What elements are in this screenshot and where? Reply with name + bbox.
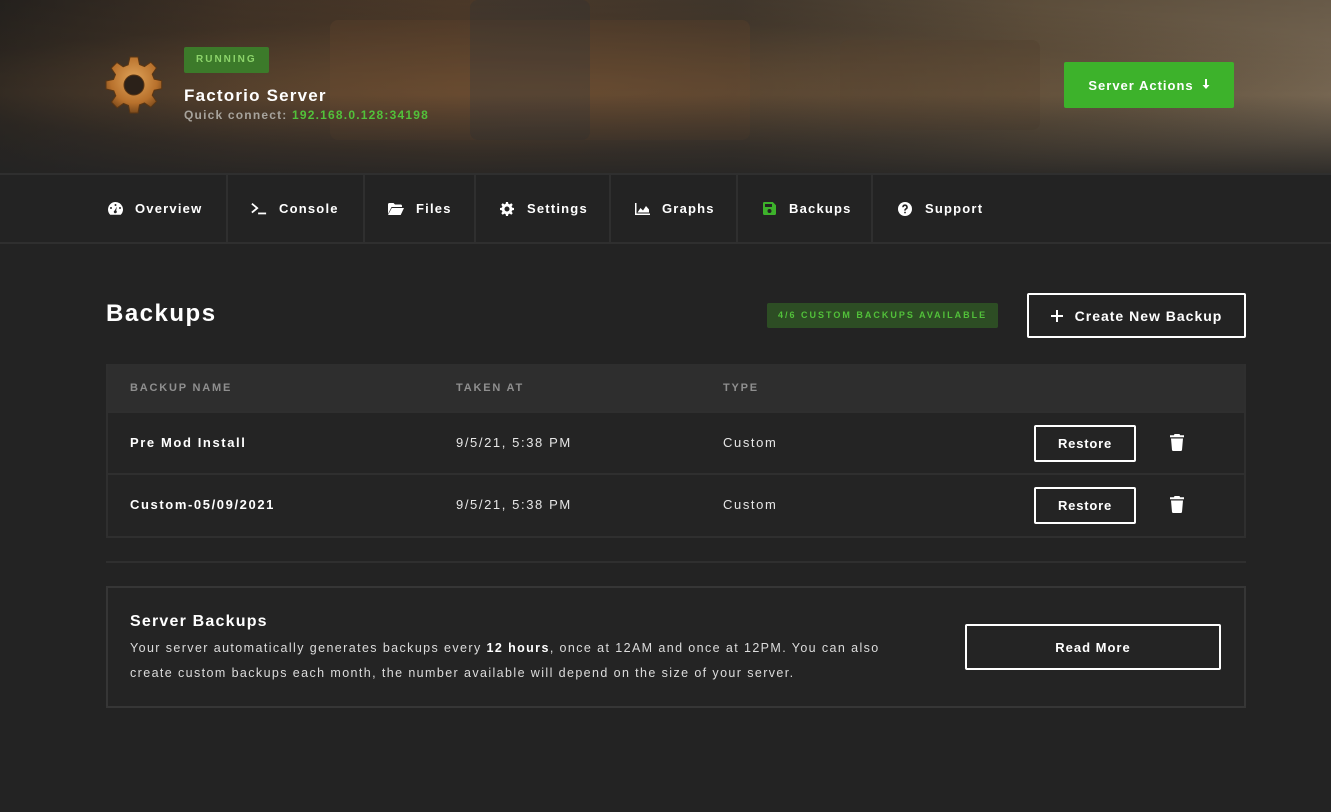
tab-settings[interactable]: Settings [499, 175, 588, 242]
column-header-type: TYPE [723, 382, 759, 394]
question-icon [897, 201, 913, 217]
plus-icon [1050, 306, 1063, 326]
tab-files[interactable]: Files [388, 175, 452, 242]
create-new-backup-button[interactable]: Create New Backup [1027, 293, 1246, 338]
info-title: Server Backups [130, 613, 268, 630]
tab-overview[interactable]: Overview [107, 175, 202, 242]
column-header-taken-at: TAKEN AT [456, 382, 524, 394]
table-row: Pre Mod Install 9/5/21, 5:38 PM Custom R… [108, 411, 1244, 473]
tab-console[interactable]: Console [251, 175, 339, 242]
backups-available-badge: 4/6 CUSTOM BACKUPS AVAILABLE [767, 303, 999, 328]
info-description: Your server automatically generates back… [130, 636, 920, 686]
chart-icon [634, 201, 650, 217]
backup-type: Custom [723, 435, 778, 450]
tab-label: Settings [527, 201, 588, 216]
server-actions-label: Server Actions [1088, 77, 1194, 93]
quick-connect: Quick connect: 192.168.0.128:34198 [184, 108, 429, 122]
server-header: RUNNING Factorio Server Quick connect: 1… [0, 0, 1331, 173]
tab-support[interactable]: Support [897, 175, 983, 242]
tab-label: Console [279, 201, 339, 216]
nav-divider [871, 175, 873, 242]
factorio-gear-logo [104, 55, 164, 115]
backup-taken-at: 9/5/21, 5:38 PM [456, 497, 572, 512]
page-title: Backups [106, 300, 217, 327]
read-more-button[interactable]: Read More [965, 624, 1221, 670]
dashboard-icon [107, 201, 123, 217]
restore-button[interactable]: Restore [1034, 425, 1136, 462]
trash-icon[interactable] [1170, 496, 1184, 514]
arrow-down-icon [1202, 79, 1210, 91]
nav-divider [736, 175, 738, 242]
tab-label: Graphs [662, 201, 715, 216]
column-header-backup-name: BACKUP NAME [130, 382, 233, 394]
info-text-interval: 12 hours [486, 641, 550, 655]
server-nav: Overview Console Files Settings Graphs B… [0, 173, 1331, 244]
nav-divider [474, 175, 476, 242]
gear-icon [499, 201, 515, 217]
tab-label: Support [925, 201, 984, 216]
trash-icon[interactable] [1170, 434, 1184, 452]
create-new-backup-label: Create New Backup [1074, 307, 1223, 324]
table-header: BACKUP NAME TAKEN AT TYPE [108, 364, 1244, 411]
tab-label: Backups [789, 201, 852, 216]
tab-label: Files [416, 201, 452, 216]
quick-connect-address[interactable]: 192.168.0.128:34198 [292, 108, 429, 122]
terminal-icon [251, 201, 267, 217]
folder-icon [388, 201, 404, 217]
tab-graphs[interactable]: Graphs [634, 175, 715, 242]
status-badge: RUNNING [184, 47, 269, 73]
section-divider [106, 561, 1246, 563]
tab-backups[interactable]: Backups [761, 175, 852, 242]
nav-divider [609, 175, 611, 242]
backups-table: BACKUP NAME TAKEN AT TYPE Pre Mod Instal… [106, 364, 1246, 538]
info-text-start: Your server automatically generates back… [130, 641, 487, 655]
tab-label: Overview [135, 201, 203, 216]
backup-taken-at: 9/5/21, 5:38 PM [456, 435, 572, 450]
quick-connect-label: Quick connect: [184, 108, 288, 122]
server-actions-button[interactable]: Server Actions [1064, 62, 1234, 108]
table-row: Custom-05/09/2021 9/5/21, 5:38 PM Custom… [108, 473, 1244, 535]
backup-name: Pre Mod Install [130, 435, 247, 450]
backup-name: Custom-05/09/2021 [130, 497, 275, 512]
nav-divider [363, 175, 365, 242]
server-name: Factorio Server [184, 86, 327, 105]
backup-type: Custom [723, 497, 778, 512]
server-backups-info: Server Backups Your server automatically… [106, 586, 1246, 708]
restore-button[interactable]: Restore [1034, 487, 1136, 524]
save-icon [761, 201, 777, 217]
nav-divider [226, 175, 228, 242]
